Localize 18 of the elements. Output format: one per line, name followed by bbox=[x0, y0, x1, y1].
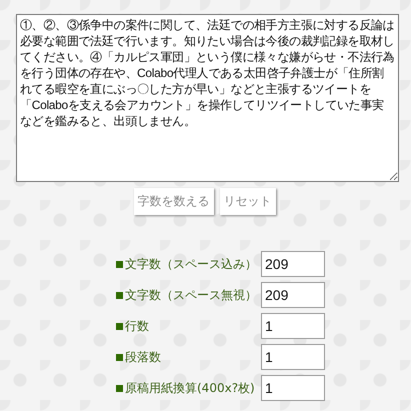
text-area[interactable]: ①、②、③係争中の案件に関して、法廷での相手方主張に対する反論は必要な範囲で法廷で行います。知りたい場合は今後の裁判記録を取材してください。④「カルピス軍団」という僕に様々な嫌がらせ・不法行為を行う団体の存在や、Colabo代理人である太田啓子弁護士が「住所割れてる暇空を直にぶっ〇した方が早い」などと主張するツイートを「Colaboを支える会アカウント」を操作してリツイートしていた事実などを鑑みると、出頭しません。 bbox=[16, 14, 399, 182]
bullet-icon bbox=[116, 354, 123, 360]
result-field[interactable]: 209 bbox=[261, 251, 325, 277]
result-label: 行数 bbox=[125, 318, 149, 334]
result-label: 文字数（スペース込み） bbox=[125, 256, 257, 272]
bullet-icon bbox=[116, 292, 123, 298]
result-label: 原稿用紙換算(400x?枚) bbox=[125, 380, 255, 396]
bullet-icon bbox=[116, 384, 123, 392]
action-button[interactable]: 字数を数える bbox=[134, 188, 214, 215]
result-field[interactable]: 1 bbox=[261, 313, 325, 339]
result-field[interactable]: 1 bbox=[261, 375, 325, 401]
result-label: 文字数（スペース無視） bbox=[125, 286, 257, 304]
result-field[interactable]: 1 bbox=[261, 344, 325, 370]
result-label: 段落数 bbox=[125, 348, 161, 366]
action-button[interactable]: リセット bbox=[220, 188, 276, 215]
bullet-icon bbox=[116, 260, 123, 268]
bullet-icon bbox=[116, 322, 123, 330]
result-field[interactable]: 209 bbox=[261, 282, 325, 308]
